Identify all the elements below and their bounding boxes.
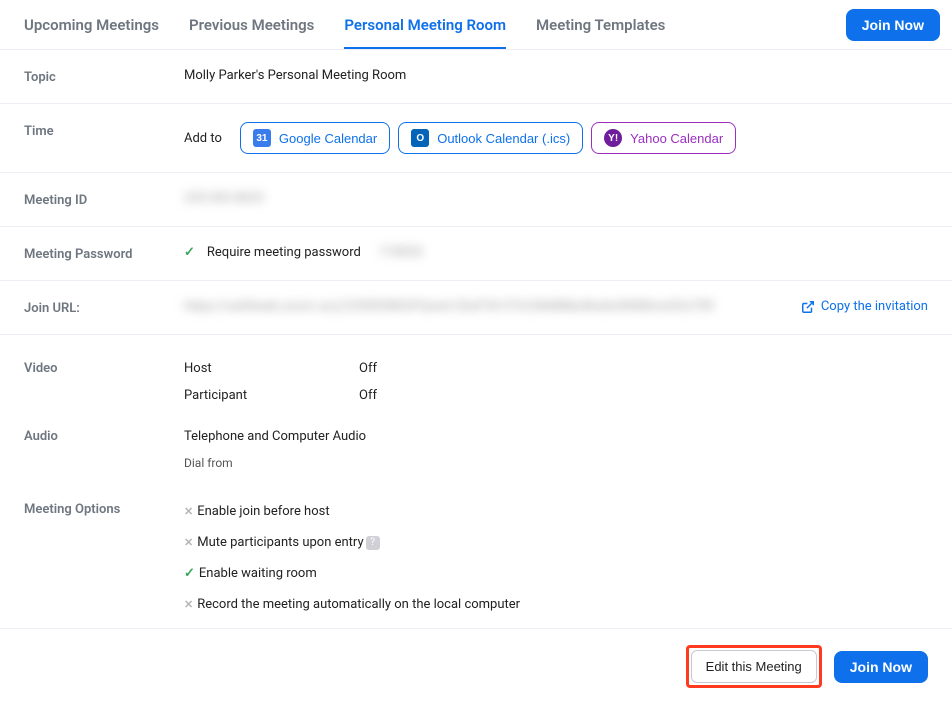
- yahoo-calendar-button[interactable]: Y! Yahoo Calendar: [591, 122, 736, 154]
- video-host-label: Host: [184, 361, 359, 376]
- audio-value: Telephone and Computer Audio: [184, 429, 366, 444]
- cross-icon: ✕: [184, 536, 193, 549]
- password-label: Meeting Password: [24, 245, 184, 262]
- option-join-before-host: Enable join before host: [197, 504, 329, 519]
- google-calendar-label: Google Calendar: [279, 131, 377, 146]
- edit-highlight: Edit this Meeting: [686, 645, 822, 688]
- meeting-id-value: 235 093 8029: [184, 191, 264, 206]
- copy-invitation-link[interactable]: Copy the invitation: [801, 299, 928, 314]
- meeting-id-label: Meeting ID: [24, 191, 184, 208]
- outlook-calendar-button[interactable]: O Outlook Calendar (.ics): [398, 122, 583, 154]
- meeting-options-label: Meeting Options: [24, 496, 184, 620]
- video-label: Video: [24, 355, 184, 409]
- video-host-value: Off: [359, 361, 377, 376]
- cross-icon: ✕: [184, 505, 193, 518]
- copy-invitation-label: Copy the invitation: [821, 299, 928, 314]
- password-value: 718920: [379, 245, 423, 260]
- check-icon: ✓: [184, 245, 195, 260]
- video-participant-label: Participant: [184, 388, 359, 403]
- join-now-button-top[interactable]: Join Now: [846, 9, 940, 41]
- option-record-auto: Record the meeting automatically on the …: [197, 597, 520, 612]
- edit-meeting-button[interactable]: Edit this Meeting: [691, 650, 817, 683]
- require-password-text: Require meeting password: [207, 245, 361, 260]
- yahoo-calendar-label: Yahoo Calendar: [630, 131, 723, 146]
- tab-upcoming[interactable]: Upcoming Meetings: [24, 1, 159, 49]
- yahoo-calendar-icon: Y!: [604, 129, 622, 147]
- join-url-value: https://us04web.zoom.us/j/2350938029?pwd…: [184, 299, 714, 314]
- option-waiting-room: Enable waiting room: [199, 566, 317, 581]
- video-participant-value: Off: [359, 388, 377, 403]
- cross-icon: ✕: [184, 598, 193, 611]
- topic-value: Molly Parker's Personal Meeting Room: [184, 68, 928, 83]
- join-url-label: Join URL:: [24, 299, 184, 316]
- time-label: Time: [24, 122, 184, 139]
- join-now-button-bottom[interactable]: Join Now: [834, 651, 928, 683]
- add-to-label: Add to: [184, 131, 222, 146]
- google-calendar-button[interactable]: 31 Google Calendar: [240, 122, 390, 154]
- option-mute-on-entry: Mute participants upon entry: [197, 535, 363, 550]
- topic-label: Topic: [24, 68, 184, 85]
- share-icon: [801, 300, 815, 314]
- tab-templates[interactable]: Meeting Templates: [536, 1, 665, 49]
- outlook-calendar-label: Outlook Calendar (.ics): [437, 131, 570, 146]
- dial-from-label: Dial from: [184, 456, 233, 470]
- audio-label: Audio: [24, 423, 184, 476]
- check-icon: ✓: [184, 566, 195, 581]
- info-icon[interactable]: ?: [366, 536, 380, 550]
- outlook-calendar-icon: O: [411, 129, 429, 147]
- tab-previous[interactable]: Previous Meetings: [189, 1, 314, 49]
- google-calendar-icon: 31: [253, 129, 271, 147]
- tab-personal-meeting-room[interactable]: Personal Meeting Room: [344, 1, 506, 49]
